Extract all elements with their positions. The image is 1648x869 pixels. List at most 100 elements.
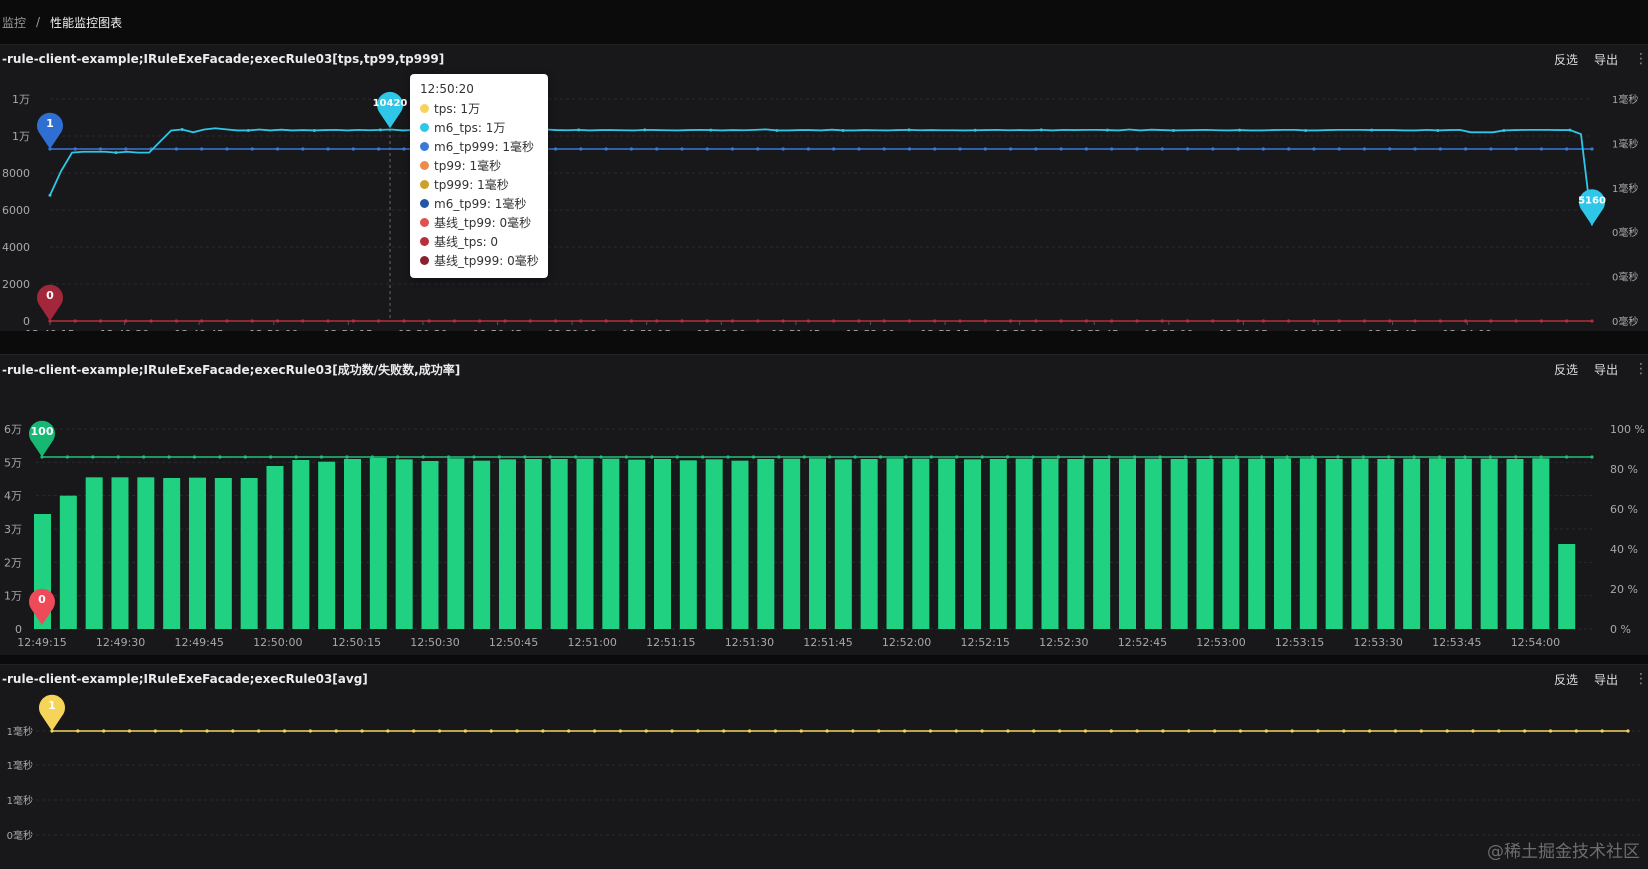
tps-line-chart[interactable]: 0 2000 4000 6000 8000 1万 1万 0毫秒 0毫秒 0毫秒 1毫秒 1毫秒 1毫秒 1…	[0, 73, 1648, 331]
series-point	[412, 729, 416, 733]
series-point	[1438, 319, 1442, 323]
more-icon[interactable]: ⋮	[1634, 361, 1648, 377]
tooltip-dot-icon	[420, 218, 429, 227]
series-point	[777, 455, 781, 459]
x-tick-label: 12:53:15	[1219, 328, 1268, 331]
series-point	[680, 319, 684, 323]
export-button[interactable]: 导出	[1594, 51, 1618, 68]
series-point	[1171, 128, 1175, 132]
y-right-tick-label: 0毫秒	[1612, 271, 1638, 284]
x-tick-label: 12:52:00	[846, 328, 895, 331]
series-point	[1361, 455, 1365, 459]
series-point	[301, 147, 305, 151]
avg-line-chart[interactable]: 0毫秒 1毫秒 1毫秒 1毫秒 1	[0, 693, 1648, 869]
bar	[1170, 459, 1188, 629]
series-point	[1058, 729, 1062, 733]
x-tick-label: 12:52:45	[1070, 328, 1119, 331]
bar	[679, 460, 697, 629]
series-point	[1370, 128, 1374, 132]
more-icon[interactable]: ⋮	[1634, 671, 1648, 687]
series-point	[1287, 319, 1291, 323]
series-point	[421, 455, 425, 459]
series-point	[427, 319, 431, 323]
series-point	[1135, 319, 1139, 323]
x-tick-label: 12:53:00	[1144, 328, 1193, 331]
series-point	[1110, 147, 1114, 151]
series-point	[1337, 319, 1341, 323]
more-icon[interactable]: ⋮	[1634, 51, 1648, 67]
series-point	[773, 729, 778, 733]
series-point	[503, 319, 507, 323]
series-point	[904, 455, 908, 459]
export-button[interactable]: 导出	[1594, 361, 1618, 378]
bar	[137, 477, 155, 629]
y-tick-label: 1万	[4, 590, 22, 603]
y-tick-label: 8000	[2, 167, 30, 180]
x-tick-label: 12:51:45	[803, 636, 852, 649]
y-tick-label: 6万	[4, 423, 22, 436]
bar	[214, 478, 232, 629]
bar	[1144, 458, 1162, 629]
series-point	[360, 729, 364, 733]
x-tick-label: 12:50:15	[332, 636, 381, 649]
y-tick-label: 6000	[2, 204, 30, 217]
series-point	[1590, 319, 1594, 323]
series-point	[1287, 147, 1291, 151]
series-point	[577, 128, 581, 132]
bar	[1506, 459, 1524, 629]
panel-title: -rule-client-example;IRuleExeFacade;exec…	[2, 672, 368, 686]
series-point	[377, 319, 381, 323]
bar	[447, 458, 465, 629]
tooltip-time: 12:50:20	[420, 82, 474, 96]
series-point	[326, 147, 330, 151]
panel-title: -rule-client-example;IRuleExeFacade;exec…	[2, 362, 461, 377]
success-bar-chart[interactable]: 0 1万 2万 3万 4万 5万 6万 0 % 20 % 40 % 60 % 80 % 100 % 12:…	[0, 383, 1648, 655]
invert-button[interactable]: 反选	[1554, 671, 1578, 688]
series-point	[655, 147, 659, 151]
series-point	[680, 147, 684, 151]
tooltip-row-text: m6_tp999: 1毫秒	[434, 140, 535, 154]
x-tick-label: 12:52:15	[960, 636, 1009, 649]
x-tick-label: 12:50:45	[489, 636, 538, 649]
series-point	[153, 729, 157, 733]
bar	[499, 459, 516, 629]
series-point	[1590, 455, 1594, 459]
y-right-tick-label: 1毫秒	[1612, 93, 1638, 106]
series-point	[853, 455, 857, 459]
export-button[interactable]: 导出	[1594, 671, 1618, 688]
series-point	[127, 729, 132, 733]
series-point	[257, 729, 261, 733]
series-point	[1211, 319, 1215, 323]
series-point	[1110, 319, 1114, 323]
tooltip-row-text: tps: 1万	[434, 102, 481, 116]
series-point	[722, 729, 726, 733]
x-tick-label: 12:49:45	[174, 636, 223, 649]
series-point	[1489, 147, 1493, 151]
breadcrumb-parent[interactable]: 监控	[2, 14, 26, 31]
invert-button[interactable]: 反选	[1554, 51, 1578, 68]
series-point	[980, 455, 984, 459]
series-point	[523, 455, 527, 459]
bar	[860, 459, 878, 629]
marker-pin-label: 1	[46, 117, 54, 130]
x-tick-label: 12:49:15	[25, 328, 74, 331]
series-point	[73, 147, 77, 151]
series-point	[98, 319, 103, 323]
series-point	[1213, 729, 1217, 733]
series-point	[48, 193, 52, 197]
series-point	[618, 729, 622, 733]
bar	[834, 459, 852, 629]
series-point	[1497, 729, 1501, 733]
bar	[1351, 458, 1369, 629]
y-tick-label: 2万	[4, 556, 22, 569]
tooltip-row: m6_tps: 1万	[420, 118, 538, 137]
invert-button[interactable]: 反选	[1554, 361, 1578, 378]
tooltip-row-text: m6_tps: 1万	[434, 121, 506, 135]
marker-pin: 1	[37, 112, 63, 149]
y-tick-label: 4000	[2, 241, 30, 254]
series-point	[655, 319, 659, 323]
series-point	[1084, 319, 1089, 323]
series-point	[1464, 147, 1468, 151]
bar	[59, 495, 77, 629]
bar	[576, 458, 594, 629]
